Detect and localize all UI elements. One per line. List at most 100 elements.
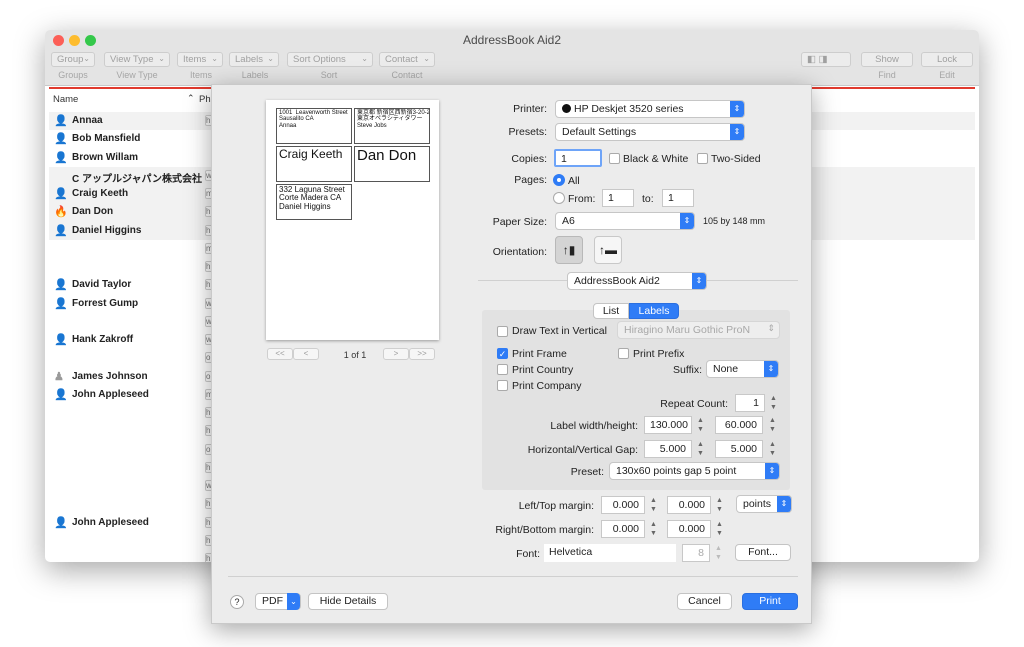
copies-field[interactable]: 1 (554, 149, 602, 167)
repeat-count-stepper[interactable]: ▲ ▼ (769, 394, 778, 412)
avatar-icon (54, 169, 66, 182)
right-margin-field[interactable]: 0.000 (601, 520, 645, 538)
repeat-count-field[interactable]: 1 (735, 394, 765, 412)
horizontal-gap-field[interactable]: 5.000 (644, 440, 692, 458)
name-column-header[interactable]: Name (53, 94, 78, 105)
hide-details-button[interactable]: Hide Details (308, 593, 388, 610)
pages-to-field[interactable]: 1 (662, 189, 694, 207)
printer-icon (562, 104, 571, 113)
font-field[interactable]: Helvetica (544, 544, 676, 562)
label-width-stepper[interactable]: ▲ ▼ (696, 416, 705, 434)
right-margin-stepper[interactable]: ▲ ▼ (649, 520, 658, 538)
pages-from-field[interactable]: 1 (602, 189, 634, 207)
pages-to-label: to: (642, 193, 654, 205)
black-white-checkbox[interactable] (609, 153, 620, 164)
next-page-button[interactable]: > (383, 348, 409, 360)
font-size-field[interactable]: 8 (682, 544, 710, 562)
label-height-stepper[interactable]: ▲ ▼ (768, 416, 777, 434)
bottom-margin-stepper[interactable]: ▲ ▼ (715, 520, 724, 538)
contact-name: Daniel Higgins (72, 224, 142, 236)
contact-name: John Appleseed (72, 516, 149, 528)
orientation-label: Orientation: (492, 246, 547, 258)
avatar-icon: 👤 (54, 224, 68, 237)
print-country-label: Print Country (512, 364, 574, 376)
vertical-font-popup[interactable]: Hiragino Maru Gothic ProN ⇕ (617, 321, 780, 339)
print-company-label: Print Company (512, 380, 582, 392)
left-margin-stepper[interactable]: ▲ ▼ (649, 496, 658, 514)
suffix-popup[interactable]: None ⇕ (706, 360, 779, 378)
portrait-orientation-button[interactable]: ↑▮ (555, 236, 583, 264)
pages-all-label: All (568, 175, 580, 187)
font-label: Font: (516, 548, 540, 560)
landscape-orientation-button[interactable]: ↑▬ (594, 236, 622, 264)
cancel-button[interactable]: Cancel (677, 593, 732, 610)
preset-label: Preset: (570, 466, 604, 478)
help-button[interactable]: ? (230, 595, 244, 609)
label-width-field[interactable]: 130.000 (644, 416, 692, 434)
contact-name: Brown Willam (72, 151, 139, 163)
label-height-field[interactable]: 60.000 (715, 416, 763, 434)
chevron-updown-icon: ⇕ (730, 101, 744, 117)
contact-name: Annaa (72, 115, 103, 126)
section-popup[interactable]: AddressBook Aid2 ⇕ (567, 272, 707, 290)
avatar-icon: 👤 (54, 151, 68, 164)
landscape-icon: ▬ (605, 243, 617, 257)
first-page-button[interactable]: << (267, 348, 293, 360)
margin-unit-popup[interactable]: points ⇕ (736, 495, 792, 513)
last-page-button[interactable]: >> (409, 348, 435, 360)
avatar-icon: 👤 (54, 115, 68, 127)
lock-button[interactable]: Lock (921, 52, 973, 67)
right-bottom-margin-label: Right/Bottom margin: (495, 524, 594, 536)
horizontal-gap-stepper[interactable]: ▲ ▼ (696, 440, 705, 458)
top-margin-stepper[interactable]: ▲ ▼ (715, 496, 724, 514)
view-toggle-button[interactable]: ◧ ◨ (801, 52, 851, 67)
paper-dimensions: 105 by 148 mm (703, 216, 766, 226)
vertical-gap-field[interactable]: 5.000 (715, 440, 763, 458)
avatar-icon: 👤 (54, 133, 68, 146)
view-type-popup[interactable]: View Type ⌄ (104, 52, 170, 67)
gap-label: Horizontal/Vertical Gap: (527, 444, 638, 456)
two-sided-label: Two-Sided (711, 153, 761, 165)
contact-name: Forrest Gump (72, 297, 139, 309)
print-button[interactable]: Print (742, 593, 798, 610)
print-prefix-checkbox[interactable] (618, 348, 629, 359)
preset-popup[interactable]: 130x60 points gap 5 point ⇕ (609, 462, 780, 480)
caption-groups: Groups (58, 70, 88, 80)
preview-label: 1001 Leavenworth Street Sausalito CA Ann… (276, 108, 352, 144)
pages-all-radio[interactable] (553, 174, 565, 186)
two-sided-checkbox[interactable] (697, 153, 708, 164)
vertical-gap-stepper[interactable]: ▲ ▼ (768, 440, 777, 458)
avatar-icon: 🔥 (54, 206, 68, 219)
bottom-margin-field[interactable]: 0.000 (667, 520, 711, 538)
window-title: AddressBook Aid2 (462, 33, 562, 47)
print-frame-checkbox[interactable]: ✓ (497, 348, 508, 359)
paper-size-popup[interactable]: A6 ⇕ (555, 212, 695, 230)
draw-vertical-checkbox[interactable] (497, 326, 508, 337)
top-margin-field[interactable]: 0.000 (667, 496, 711, 514)
list-column-header[interactable]: Name ⌃ Pho (49, 92, 216, 106)
preview-label: Dan Don (354, 146, 430, 182)
printer-popup[interactable]: HP Deskjet 3520 series ⇕ (555, 100, 745, 118)
caption-view-type: View Type (116, 70, 158, 80)
contact-name: Bob Mansfield (72, 133, 141, 145)
print-country-checkbox[interactable] (497, 364, 508, 375)
sort-options-popup[interactable]: Sort Options ⌄ (287, 52, 373, 67)
list-tab[interactable]: List (593, 303, 629, 319)
pages-from-radio[interactable] (553, 192, 565, 204)
print-frame-label: Print Frame (512, 348, 567, 360)
printer-label: Printer: (513, 103, 547, 115)
pdf-menu-button[interactable]: PDF ⌄ (255, 593, 301, 610)
contact-popup[interactable]: Contact ⌄ (379, 52, 435, 67)
copies-label: Copies: (511, 153, 547, 165)
labels-tab[interactable]: Labels (629, 303, 679, 319)
font-button[interactable]: Font... (735, 544, 791, 561)
font-size-stepper[interactable]: ▲ ▼ (714, 544, 723, 562)
previous-page-button[interactable]: < (293, 348, 319, 360)
print-company-checkbox[interactable] (497, 380, 508, 391)
left-margin-field[interactable]: 0.000 (601, 496, 645, 514)
presets-popup[interactable]: Default Settings ⇕ (555, 123, 745, 141)
items-popup[interactable]: Items ⌄ (177, 52, 223, 67)
show-button[interactable]: Show (861, 52, 913, 67)
group-popup[interactable]: Group ⌄ (51, 52, 95, 67)
labels-popup[interactable]: Labels ⌄ (229, 52, 279, 67)
